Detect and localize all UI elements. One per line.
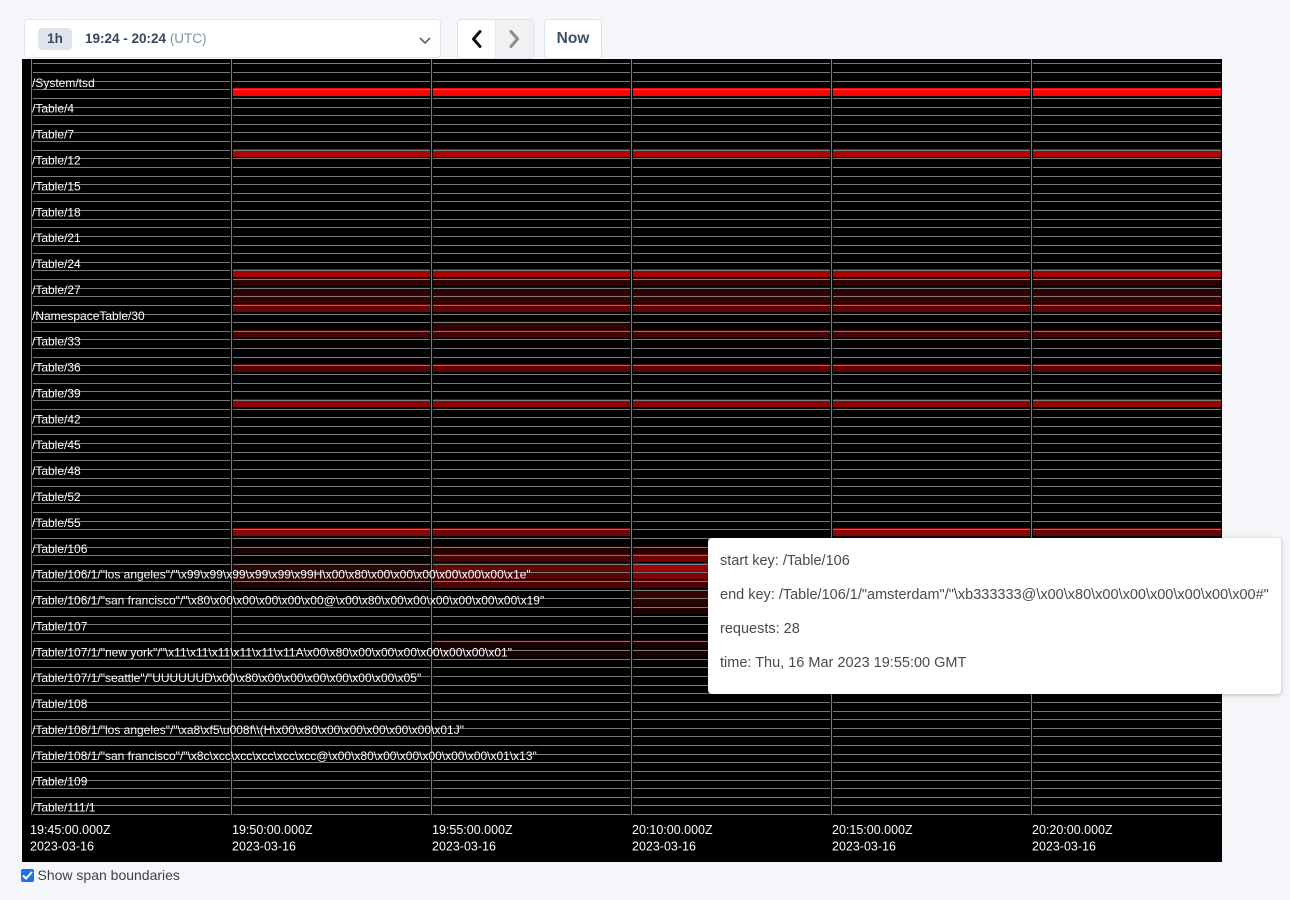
svg-text:/NamespaceTable/30: /NamespaceTable/30 bbox=[32, 309, 145, 323]
svg-text:/Table/7: /Table/7 bbox=[32, 128, 74, 142]
svg-text:2023-03-16: 2023-03-16 bbox=[1032, 840, 1096, 854]
svg-text:/Table/24: /Table/24 bbox=[32, 257, 81, 271]
svg-text:20:15:00.000Z: 20:15:00.000Z bbox=[832, 823, 913, 837]
svg-text:/Table/39: /Table/39 bbox=[32, 386, 81, 400]
svg-text:/Table/45: /Table/45 bbox=[32, 438, 81, 452]
svg-text:/Table/108/1/"san francisco"/": /Table/108/1/"san francisco"/"\x8c\xcc\x… bbox=[32, 749, 537, 763]
svg-text:/Table/12: /Table/12 bbox=[32, 153, 81, 167]
svg-text:/Table/55: /Table/55 bbox=[32, 516, 81, 530]
svg-text:/Table/52: /Table/52 bbox=[32, 490, 81, 504]
svg-text:19:45:00.000Z: 19:45:00.000Z bbox=[30, 823, 111, 837]
svg-text:2023-03-16: 2023-03-16 bbox=[432, 840, 496, 854]
svg-text:/Table/48: /Table/48 bbox=[32, 464, 81, 478]
svg-text:/System/tsd: /System/tsd bbox=[32, 76, 95, 90]
svg-text:/Table/108: /Table/108 bbox=[32, 697, 88, 711]
svg-text:/Table/111/1: /Table/111/1 bbox=[32, 801, 96, 815]
svg-text:/Table/106/1/"san francisco"/": /Table/106/1/"san francisco"/"\x80\x00\x… bbox=[32, 593, 544, 607]
svg-text:/Table/42: /Table/42 bbox=[32, 412, 81, 426]
svg-text:/Table/107/1/"new york"/"\x11\: /Table/107/1/"new york"/"\x11\x11\x11\x1… bbox=[32, 645, 512, 659]
svg-text:19:55:00.000Z: 19:55:00.000Z bbox=[432, 823, 513, 837]
svg-text:2023-03-16: 2023-03-16 bbox=[232, 840, 296, 854]
svg-text:/Table/18: /Table/18 bbox=[32, 205, 81, 219]
svg-text:/Table/15: /Table/15 bbox=[32, 179, 81, 193]
svg-text:19:50:00.000Z: 19:50:00.000Z bbox=[232, 823, 313, 837]
svg-text:/Table/21: /Table/21 bbox=[32, 231, 81, 245]
svg-text:20:20:00.000Z: 20:20:00.000Z bbox=[1032, 823, 1113, 837]
svg-text:/Table/4: /Table/4 bbox=[32, 102, 74, 116]
svg-text:/Table/109: /Table/109 bbox=[32, 775, 88, 789]
svg-text:/Table/33: /Table/33 bbox=[32, 335, 81, 349]
svg-text:/Table/36: /Table/36 bbox=[32, 361, 81, 375]
svg-text:20:10:00.000Z: 20:10:00.000Z bbox=[632, 823, 713, 837]
svg-text:2023-03-16: 2023-03-16 bbox=[30, 840, 94, 854]
svg-text:/Table/107: /Table/107 bbox=[32, 619, 88, 633]
svg-text:/Table/106: /Table/106 bbox=[32, 542, 88, 556]
svg-text:/Table/27: /Table/27 bbox=[32, 283, 81, 297]
svg-text:/Table/107/1/"seattle"/"UUUUUU: /Table/107/1/"seattle"/"UUUUUUD\x00\x80\… bbox=[32, 671, 421, 685]
svg-text:2023-03-16: 2023-03-16 bbox=[632, 840, 696, 854]
svg-text:2023-03-16: 2023-03-16 bbox=[832, 840, 896, 854]
svg-text:/Table/108/1/"los angeles"/"\x: /Table/108/1/"los angeles"/"\xa8\xf5\u00… bbox=[32, 723, 464, 737]
svg-text:/Table/106/1/"los angeles"/"\x: /Table/106/1/"los angeles"/"\x99\x99\x99… bbox=[32, 568, 531, 582]
